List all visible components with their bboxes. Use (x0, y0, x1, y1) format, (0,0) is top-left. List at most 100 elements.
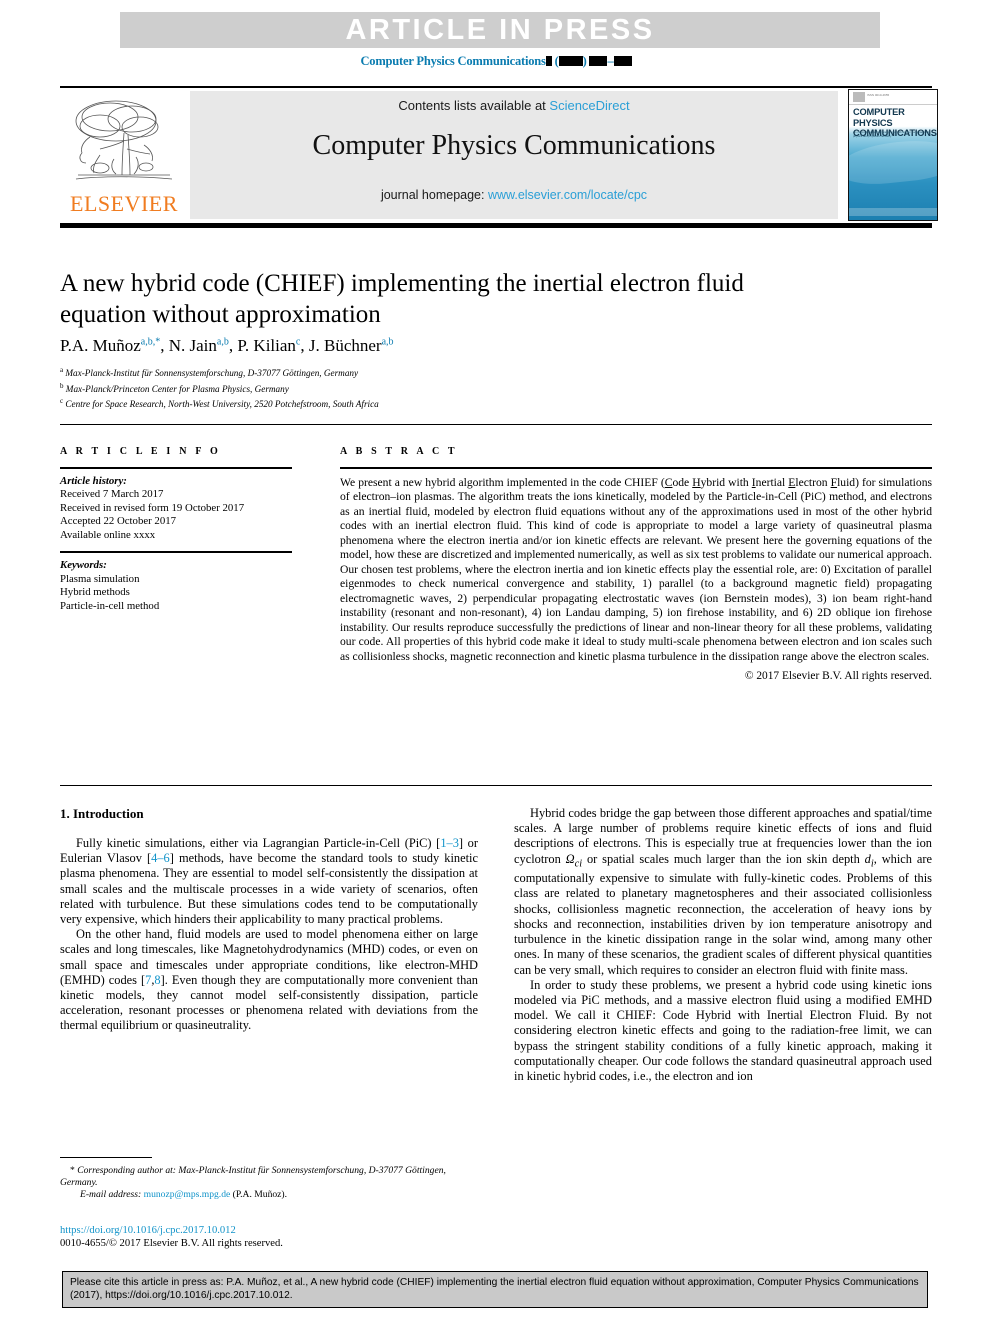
journal-cover-thumbnail: ISSN 0010-4655 COMPUTER PHYSICS COMMUNIC… (848, 89, 938, 221)
body-column-left: 1. Introduction Fully kinetic simulation… (60, 806, 478, 1034)
cover-issn-text: ISSN 0010-4655 (867, 93, 890, 97)
cover-bottom-bar (849, 208, 937, 216)
elsevier-tree-icon (70, 93, 178, 191)
keywords-label: Keywords: (60, 558, 107, 571)
page-start-placeholder-box (589, 56, 608, 66)
paragraph: In order to study these problems, we pre… (514, 977, 932, 1083)
citation-ref[interactable]: 4–6 (151, 851, 170, 865)
section-heading-introduction: 1. Introduction (60, 806, 144, 821)
email-owner: (P.A. Muñoz). (230, 1189, 288, 1201)
contents-prefix: Contents lists available at (398, 98, 550, 113)
affiliation-item: b Max-Planck/Princeton Center for Plasma… (60, 380, 860, 396)
keywords-block: Keywords: Plasma simulation Hybrid metho… (60, 559, 306, 613)
affiliation-text: Max-Planck/Princeton Center for Plasma P… (65, 383, 289, 394)
keyword-item: Plasma simulation (60, 572, 140, 585)
cover-subtitle: An international journal and program lib… (853, 130, 929, 138)
affiliation-item: a Max-Planck-Institut für Sonnensystemfo… (60, 364, 860, 380)
footnote-separator (60, 1157, 152, 1158)
paragraph: Fully kinetic simulations, either via La… (60, 836, 478, 927)
running-head-journal: Computer Physics Communications (360, 54, 546, 68)
masthead-bottom-rule (60, 223, 932, 228)
article-history-label: Article history: (60, 474, 127, 487)
paragraph: Hybrid codes bridge the gap between thos… (514, 806, 933, 977)
cover-wave-graphic (849, 135, 937, 189)
body-column-right: Hybrid codes bridge the gap between thos… (514, 806, 932, 1084)
affiliation-text: Centre for Space Research, North-West Un… (65, 399, 379, 410)
abstract-heading: A B S T R A C T (340, 446, 458, 457)
introduction-left-text: Fully kinetic simulations, either via La… (60, 836, 478, 1034)
cover-publisher-mark (853, 92, 865, 102)
acronym-fluid: luid) (837, 475, 859, 489)
abstract-column: A B S T R A C T We present a new hybrid … (340, 446, 932, 682)
introduction-right-text: Hybrid codes bridge the gap between thos… (514, 806, 932, 1084)
author-marks: a,b,* (140, 336, 161, 348)
author-marks: a,b (381, 336, 394, 348)
sciencedirect-link[interactable]: ScienceDirect (549, 98, 629, 113)
article-history-block: Article history: Received 7 March 2017 R… (60, 475, 306, 543)
affiliation-list: a Max-Planck-Institut für Sonnensystemfo… (60, 364, 860, 411)
citation-ref[interactable]: 1–3 (440, 836, 459, 850)
author-marks: a,b (216, 336, 229, 348)
year-placeholder-box (558, 56, 583, 66)
email-note: E-mail address: munozp@mps.mpg.de (P.A. … (60, 1189, 478, 1201)
email-label: E-mail address: (80, 1189, 142, 1201)
abstract-lead: We present a new hybrid algorithm implem… (340, 475, 665, 489)
history-item: Received 7 March 2017 (60, 488, 164, 501)
affiliation-mark: b (60, 381, 64, 390)
history-item: Accepted 22 October 2017 (60, 515, 177, 528)
email-link[interactable]: munozp@mps.mpg.de (144, 1189, 231, 1200)
keywords-rule (60, 551, 292, 553)
affiliation-text: Max-Planck-Institut für Sonnensystemfors… (65, 368, 359, 379)
acronym-h: H (692, 475, 701, 489)
author-marks: c (295, 336, 301, 348)
keyword-item: Particle-in-cell method (60, 599, 160, 612)
paragraph: On the other hand, fluid models are used… (60, 927, 478, 1033)
author-name: J. Büchner (308, 336, 382, 355)
abstract-copyright: © 2017 Elsevier B.V. All rights reserved… (744, 670, 932, 682)
cite-this-article-box: Please cite this article in press as: P.… (62, 1271, 928, 1309)
doi-block: https://doi.org/10.1016/j.cpc.2017.10.01… (60, 1224, 490, 1250)
author-list: P.A. Muñoza,b,*, N. Jaina,b, P. Kilianc,… (60, 336, 394, 355)
cover-top-bar: ISSN 0010-4655 (849, 90, 937, 105)
article-in-press-banner: ARTICLE IN PRESS (120, 12, 880, 48)
article-info-heading: A R T I C L E I N F O (60, 446, 221, 457)
running-head: Computer Physics Communications () – (0, 54, 992, 69)
volume-placeholder-box (545, 56, 552, 66)
homepage-prefix: journal homepage: (380, 188, 488, 202)
acronym-electron: lectron (795, 475, 831, 489)
footnote-block: * Corresponding author at: Max-Planck-In… (60, 1165, 478, 1202)
journal-homepage-link[interactable]: www.elsevier.com/locate/cpc (488, 188, 647, 202)
article-in-press-label: ARTICLE IN PRESS (345, 14, 655, 46)
abstract-rule (340, 467, 932, 469)
article-page: ARTICLE IN PRESS Computer Physics Commun… (0, 0, 992, 1323)
acronym-hybrid: ybrid with (700, 475, 752, 489)
author-name: N. Jain (168, 336, 217, 355)
info-band-bottom-rule (60, 785, 932, 786)
masthead-top-rule (60, 86, 932, 88)
affiliation-mark: a (60, 366, 64, 374)
journal-title: Computer Physics Communications (312, 130, 716, 161)
elsevier-wordmark: ELSEVIER (70, 191, 178, 216)
journal-homepage-line: journal homepage: www.elsevier.com/locat… (190, 188, 838, 202)
issn-copyright-line: 0010-4655/© 2017 Elsevier B.V. All right… (60, 1238, 283, 1249)
keyword-item: Hybrid methods (60, 586, 130, 599)
citation-ref[interactable]: 8 (154, 973, 160, 987)
author-name: P. Kilian (237, 336, 296, 355)
corresponding-author-note: * Corresponding author at: Max-Planck-In… (60, 1165, 478, 1189)
citation-ref[interactable]: 7 (145, 973, 151, 987)
acronym-code: ode (672, 475, 693, 489)
info-band-top-rule (60, 424, 932, 425)
contents-line: Contents lists available at ScienceDirec… (190, 98, 838, 113)
elsevier-logo: ELSEVIER (62, 91, 186, 219)
doi-link[interactable]: https://doi.org/10.1016/j.cpc.2017.10.01… (60, 1224, 490, 1237)
page-end-placeholder-box (613, 56, 632, 66)
abstract-text: We present a new hybrid algorithm implem… (340, 476, 932, 665)
article-info-column: A R T I C L E I N F O Article history: R… (60, 446, 306, 613)
page-title: A new hybrid code (CHIEF) implementing t… (60, 270, 744, 328)
history-item: Available online xxxx (60, 528, 156, 541)
affiliation-mark: c (60, 397, 64, 406)
corresponding-author-text: Corresponding author at: Max-Planck-Inst… (60, 1165, 446, 1189)
article-info-rule (60, 467, 292, 469)
acronym-inertial: nertial (755, 475, 789, 489)
author-name: P.A. Muñoz (60, 336, 141, 355)
